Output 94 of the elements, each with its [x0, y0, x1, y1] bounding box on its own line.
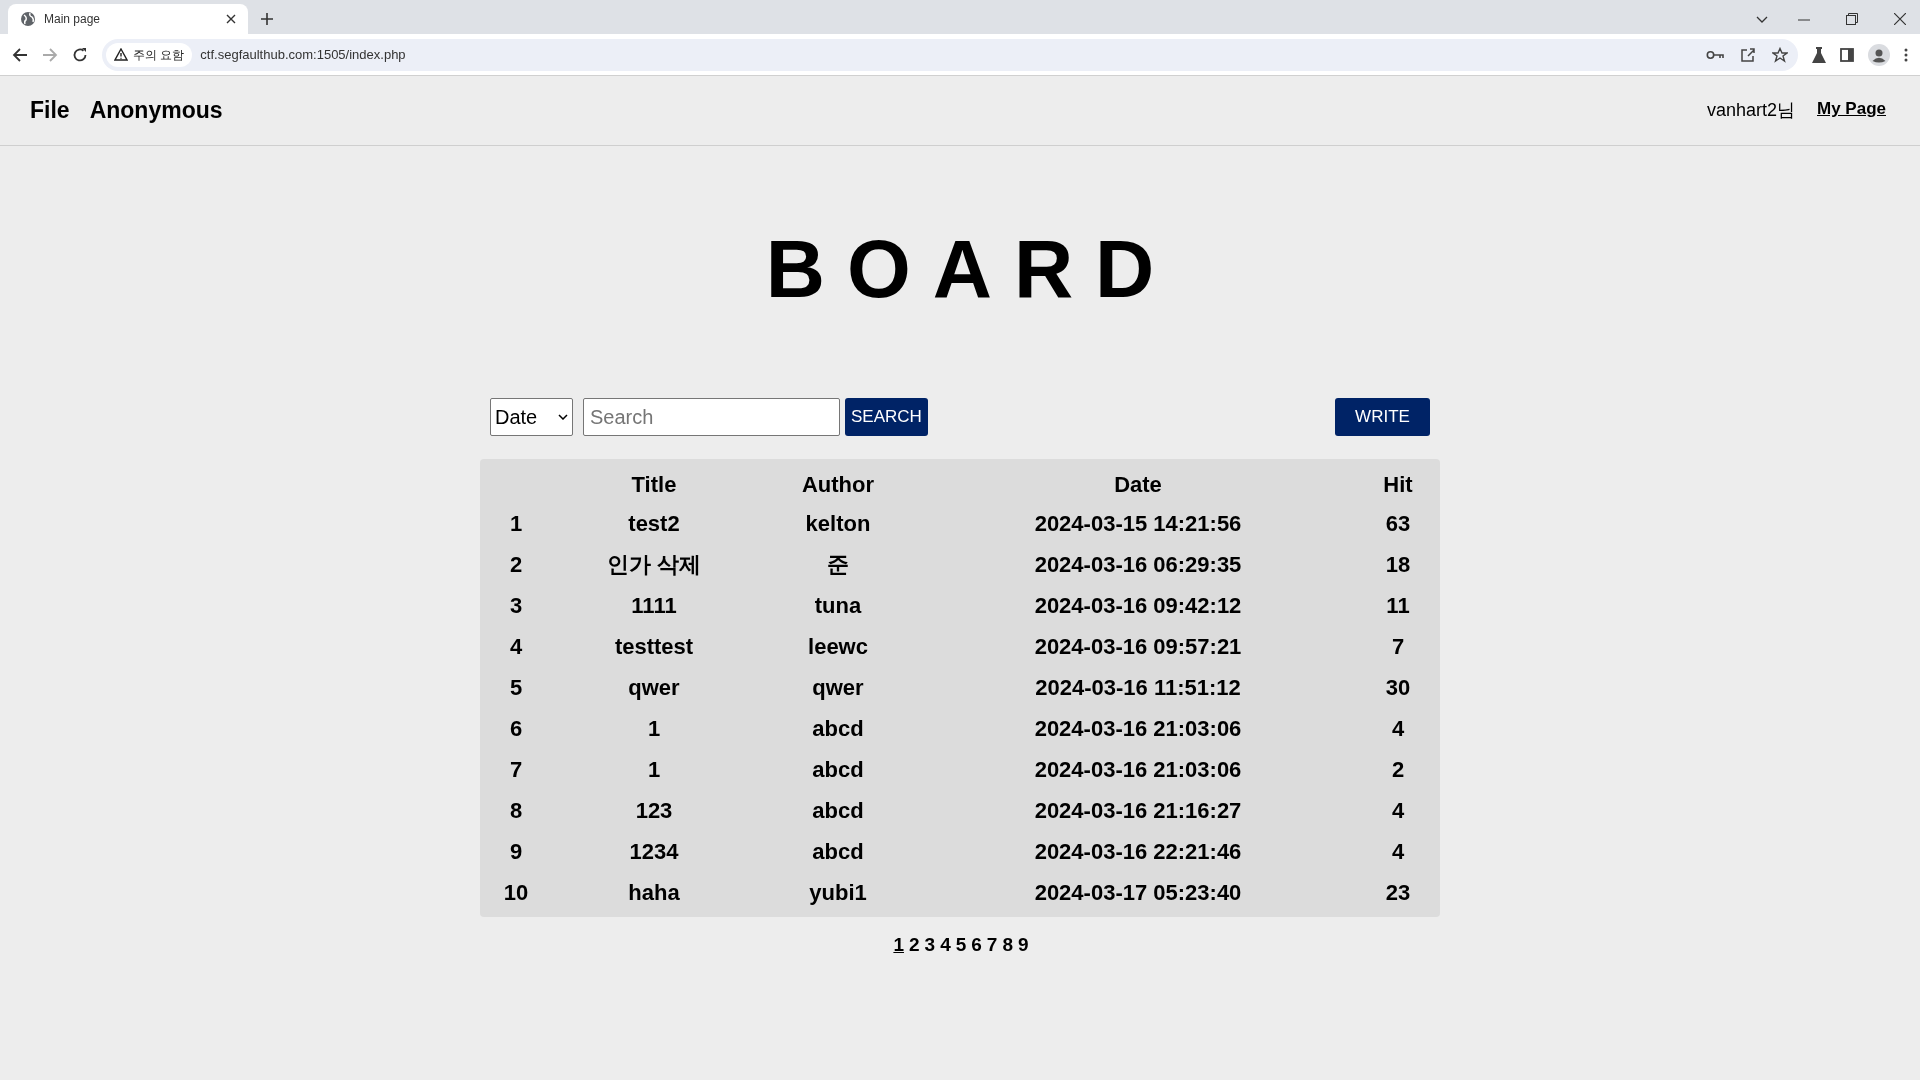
- page-link[interactable]: 5: [955, 931, 967, 960]
- table-cell: 23: [1385, 880, 1411, 905]
- post-title-link[interactable]: testtest: [614, 634, 694, 659]
- page-link[interactable]: 1: [893, 931, 904, 960]
- table-cell: 준: [827, 552, 849, 577]
- page-link[interactable]: 4: [940, 931, 951, 960]
- table-cell: 2024-03-16 09:57:21: [1034, 634, 1242, 659]
- nav-link[interactable]: File: [30, 93, 70, 128]
- table-cell: abcd: [812, 757, 864, 782]
- page-link[interactable]: 6: [971, 931, 982, 960]
- filter-dropdown[interactable]: Date: [490, 398, 573, 436]
- page-link[interactable]: 9: [1018, 931, 1029, 960]
- caret-icon: [558, 414, 568, 420]
- reload-icon[interactable]: [72, 46, 88, 63]
- globe-icon: [20, 11, 36, 27]
- table-cell: 4: [1391, 798, 1405, 823]
- page-link[interactable]: 2: [908, 931, 920, 960]
- page-link[interactable]: 7: [986, 931, 998, 960]
- username-text: vanhart2님: [1706, 99, 1795, 122]
- post-title-link[interactable]: qwer: [628, 675, 680, 700]
- page-link[interactable]: 8: [1002, 931, 1013, 960]
- table-cell: 2024-03-15 14:21:56: [1034, 511, 1242, 536]
- tab-list-icon[interactable]: [1756, 16, 1768, 24]
- post-title-link[interactable]: 인가 삭제: [606, 552, 702, 577]
- close-icon[interactable]: [226, 14, 236, 24]
- table-cell: 2: [1391, 757, 1405, 782]
- table-cell: kelton: [805, 511, 871, 536]
- flask-icon[interactable]: [1812, 46, 1826, 63]
- post-title-link[interactable]: haha: [628, 880, 680, 905]
- table-cell: 2: [509, 552, 523, 577]
- column-header: Title: [631, 471, 677, 497]
- key-icon[interactable]: [1706, 48, 1724, 61]
- post-title-link[interactable]: 1234: [629, 839, 679, 864]
- table-cell: 2024-03-16 11:51:12: [1035, 675, 1241, 700]
- table-cell: 4: [1391, 716, 1405, 741]
- table-cell: 5: [509, 675, 523, 700]
- my-page-link[interactable]: My Page: [1817, 95, 1886, 122]
- tab-title: Main page: [44, 11, 102, 28]
- table-cell: 9: [509, 839, 523, 864]
- side-panel-icon[interactable]: [1840, 47, 1854, 62]
- post-title-link[interactable]: 1: [647, 716, 661, 741]
- restore-icon[interactable]: [1846, 13, 1858, 25]
- table-cell: 10: [503, 880, 529, 905]
- warning-icon: [114, 48, 128, 61]
- table-cell: leewc: [808, 634, 868, 659]
- table-cell: yubi1: [809, 880, 867, 905]
- url-text: ctf.segfaulthub.com:1505/index.php: [200, 45, 407, 64]
- page-link[interactable]: 3: [924, 931, 936, 960]
- table-cell: 6: [509, 716, 523, 741]
- table-cell: 2024-03-16 22:21:46: [1034, 839, 1242, 864]
- table-cell: qwer: [812, 675, 864, 700]
- column-header: Date: [1114, 471, 1162, 497]
- share-icon[interactable]: [1740, 46, 1756, 63]
- page-title: BOARD: [764, 228, 1178, 310]
- security-chip[interactable]: 주의 요함: [106, 42, 193, 67]
- browser-tab[interactable]: Main page: [8, 4, 248, 34]
- table-cell: 2024-03-16 06:29:35: [1034, 552, 1242, 577]
- table-cell: 2024-03-17 05:23:40: [1034, 880, 1242, 905]
- search-field[interactable]: Search: [583, 398, 840, 436]
- table-cell: 7: [509, 757, 523, 782]
- table-cell: 63: [1385, 511, 1411, 536]
- post-title-link[interactable]: 1: [647, 757, 661, 782]
- table-cell: 1: [509, 511, 523, 536]
- table-cell: 2024-03-16 09:42:12: [1034, 593, 1242, 618]
- table-cell: 3: [509, 593, 523, 618]
- column-header: Author: [801, 471, 875, 497]
- post-title-link[interactable]: test2: [628, 511, 680, 536]
- address-bar[interactable]: 주의 요함 ctf.segfaulthub.com:1505/index.php: [102, 38, 1798, 71]
- table-cell: 4: [1391, 839, 1405, 864]
- back-icon[interactable]: [12, 46, 28, 63]
- table-cell: 11: [1386, 593, 1410, 618]
- table-cell: tuna: [814, 593, 862, 618]
- table-cell: abcd: [812, 798, 864, 823]
- menu-icon[interactable]: [1904, 47, 1908, 62]
- post-title-link[interactable]: 1111: [631, 593, 677, 618]
- table-cell: 8: [509, 798, 523, 823]
- table-cell: 30: [1385, 675, 1411, 700]
- table-cell: 7: [1391, 634, 1405, 659]
- table-cell: 4: [509, 634, 523, 659]
- star-icon[interactable]: [1772, 46, 1788, 63]
- table-cell: 2024-03-16 21:03:06: [1034, 757, 1242, 782]
- close-icon[interactable]: [1894, 13, 1906, 25]
- table-cell: abcd: [812, 839, 864, 864]
- table-cell: 2024-03-16 21:03:06: [1034, 716, 1242, 741]
- profile-icon[interactable]: [1868, 43, 1890, 66]
- new-tab-icon[interactable]: [260, 12, 274, 26]
- nav-link[interactable]: Anonymous: [89, 93, 223, 128]
- column-header: Hit: [1383, 471, 1413, 497]
- search-button[interactable]: SEARCH: [845, 398, 928, 436]
- table-cell: abcd: [812, 716, 864, 741]
- post-title-link[interactable]: 123: [635, 798, 673, 823]
- table-cell: 2024-03-16 21:16:27: [1034, 798, 1242, 823]
- write-button[interactable]: WRITE: [1335, 398, 1430, 436]
- table-cell: 18: [1385, 552, 1411, 577]
